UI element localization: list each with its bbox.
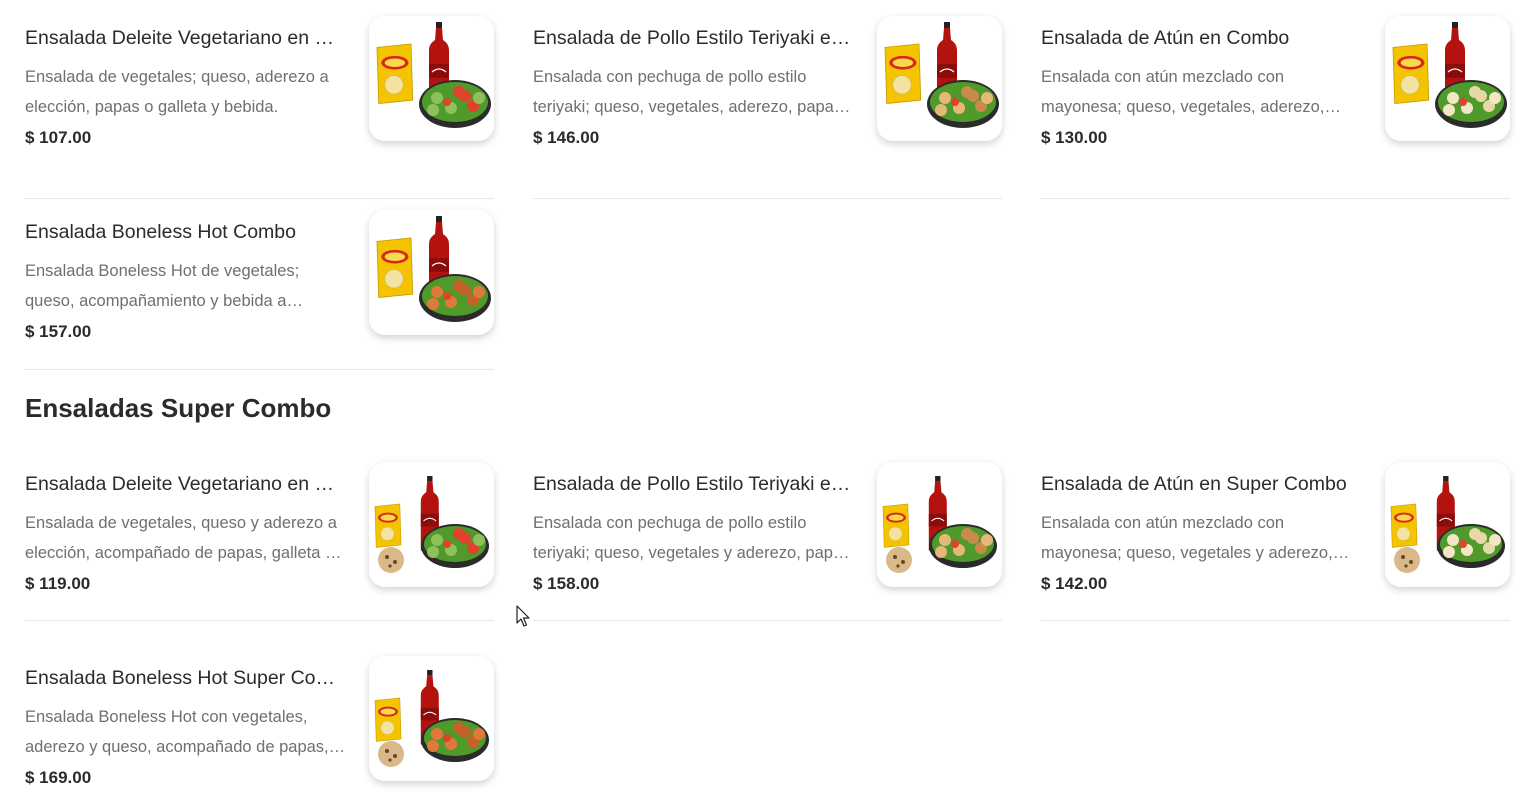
item-description: Ensalada con pechuga de pollo estilo ter… xyxy=(533,514,855,562)
menu-item-card[interactable]: Ensalada de Pollo Estilo Teriyaki en Com… xyxy=(533,16,1002,199)
item-name: Ensalada Boneless Hot Combo xyxy=(25,221,296,243)
super-combo-image-icon xyxy=(374,476,489,573)
section-title: Ensaladas Super Combo xyxy=(25,393,332,423)
item-description: Ensalada con pechuga de pollo estilo ter… xyxy=(533,68,843,116)
menu-item-card[interactable]: Ensalada Deleite Vegetariano en Combo En… xyxy=(25,16,494,199)
super-combo-items-grid: Ensalada Deleite Vegetariano en Super Co… xyxy=(25,462,1510,621)
item-name: Ensalada de Pollo Estilo Teriyaki en Com… xyxy=(533,27,853,49)
item-name: Ensalada de Atún en Super Combo xyxy=(1041,473,1347,495)
combo-items-grid-row2: Ensalada Boneless Hot Combo Ensalada Bon… xyxy=(25,210,1510,370)
item-price: $ 107.00 xyxy=(25,128,92,147)
combo-image-icon xyxy=(376,22,491,128)
item-price: $ 157.00 xyxy=(25,322,92,341)
item-image xyxy=(369,210,494,335)
item-description: Ensalada con atún mezclado con mayonesa;… xyxy=(1041,68,1325,116)
item-description: Ensalada Boneless Hot con vegetales, ade… xyxy=(25,708,329,756)
menu-item-card[interactable]: Ensalada de Atún en Combo Ensalada con a… xyxy=(1041,16,1510,199)
item-name: Ensalada de Pollo Estilo Teriyaki en Sup… xyxy=(533,473,853,495)
item-price: $ 158.00 xyxy=(533,574,600,593)
menu-item-card[interactable]: Ensalada de Pollo Estilo Teriyaki en Sup… xyxy=(533,462,1002,621)
combo-image-icon xyxy=(1392,22,1507,128)
item-image xyxy=(369,656,494,781)
item-description: Ensalada de vegetales, queso y aderezo a… xyxy=(25,514,337,562)
super-combo-items-grid-row2: Ensalada Boneless Hot Super Combo Ensala… xyxy=(25,656,1510,811)
menu-item-card[interactable]: Ensalada Boneless Hot Super Combo Ensala… xyxy=(25,656,494,811)
item-description: Ensalada de vegetales; queso, aderezo a … xyxy=(25,68,329,116)
mouse-cursor-icon xyxy=(516,605,530,627)
combo-image-icon xyxy=(884,22,999,128)
item-name: Ensalada de Atún en Combo xyxy=(1041,27,1290,49)
item-price: $ 169.00 xyxy=(25,768,92,787)
item-image xyxy=(877,16,1002,141)
item-description: Ensalada con atún mezclado con mayonesa;… xyxy=(1041,514,1333,562)
menu-item-card[interactable]: Ensalada de Atún en Super Combo Ensalada… xyxy=(1041,462,1510,621)
item-price: $ 142.00 xyxy=(1041,574,1108,593)
item-price: $ 146.00 xyxy=(533,128,600,147)
combo-image-icon xyxy=(376,216,491,322)
item-description: Ensalada Boneless Hot de vegetales; ques… xyxy=(25,262,300,310)
super-combo-image-icon xyxy=(882,476,997,573)
super-combo-image-icon xyxy=(374,670,489,767)
combo-items-grid: Ensalada Deleite Vegetariano en Combo En… xyxy=(25,16,1510,199)
item-image xyxy=(369,462,494,587)
super-combo-image-icon xyxy=(1390,476,1505,573)
menu-item-card[interactable]: Ensalada Boneless Hot Combo Ensalada Bon… xyxy=(25,210,494,370)
item-name: Ensalada Deleite Vegetariano en Combo xyxy=(25,27,345,49)
item-image xyxy=(1385,462,1510,587)
item-image xyxy=(877,462,1002,587)
item-name: Ensalada Boneless Hot Super Combo xyxy=(25,667,345,689)
item-price: $ 130.00 xyxy=(1041,128,1108,147)
menu-item-card[interactable]: Ensalada Deleite Vegetariano en Super Co… xyxy=(25,462,494,621)
item-name: Ensalada Deleite Vegetariano en Super Co… xyxy=(25,473,345,495)
item-image xyxy=(369,16,494,141)
item-price: $ 119.00 xyxy=(25,574,91,593)
item-image xyxy=(1385,16,1510,141)
